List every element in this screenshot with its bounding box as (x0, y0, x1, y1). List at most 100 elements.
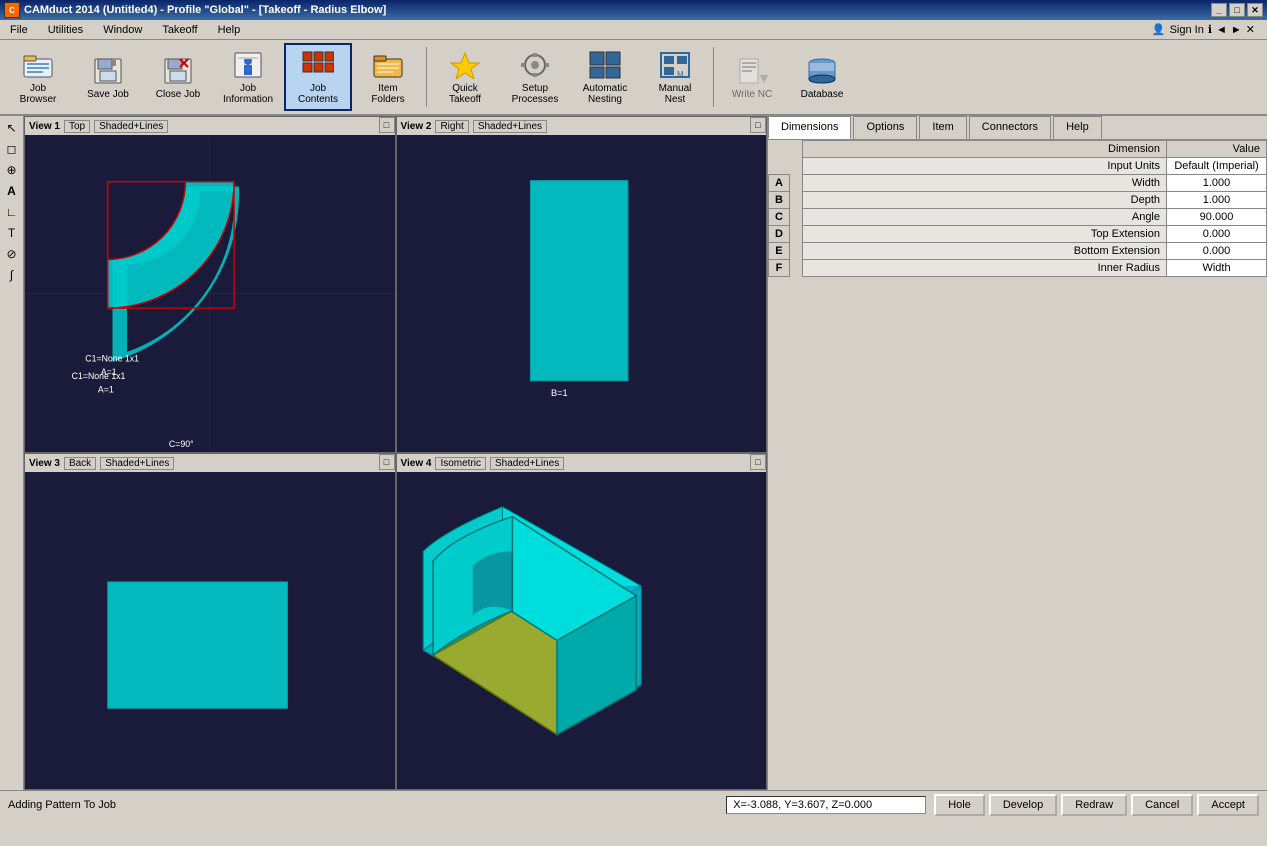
view2-title: View 2 (401, 121, 432, 132)
dim-letter-a: A (769, 175, 790, 192)
view3-type[interactable]: Back (64, 457, 96, 470)
manual-nest-icon: M (659, 49, 691, 81)
viewport-3-header: View 3 Back Shaded+Lines (25, 454, 395, 472)
job-contents-button[interactable]: JobContents (284, 43, 352, 111)
view3-content[interactable] (25, 472, 395, 789)
cancel-button[interactable]: Cancel (1131, 794, 1193, 816)
signin-link[interactable]: Sign In (1170, 24, 1204, 36)
close-job-button[interactable]: Close Job (144, 43, 212, 111)
setup-processes-button[interactable]: SetupProcesses (501, 43, 569, 111)
accept-button[interactable]: Accept (1197, 794, 1259, 816)
menu-utilities[interactable]: Utilities (42, 22, 89, 38)
dim-name-b: Depth (802, 192, 1166, 209)
dim-letter-d: D (769, 226, 790, 243)
svg-text:C=90°: C=90° (169, 451, 194, 452)
rectangle-tool[interactable]: ◻ (2, 139, 22, 159)
dim-value-c[interactable]: 90.000 (1167, 209, 1267, 226)
view3-expand[interactable]: □ (379, 454, 395, 470)
titlebar-controls[interactable]: _ □ ✕ (1211, 3, 1263, 17)
write-nc-button[interactable]: Write NC (718, 43, 786, 111)
main-area: ↖ ◻ ⊕ A ∟ T ⊘ ∫ View 1 Top Shaded+Lines … (0, 116, 1267, 790)
automatic-nesting-button[interactable]: AutomaticNesting (571, 43, 639, 111)
hole-button[interactable]: Hole (934, 794, 985, 816)
toolbar-separator-1 (426, 47, 427, 107)
view1-mode[interactable]: Shaded+Lines (94, 120, 168, 133)
item-folders-icon (372, 49, 404, 81)
viewport-4-header: View 4 Isometric Shaded+Lines (397, 454, 767, 472)
tab-connectors[interactable]: Connectors (969, 116, 1051, 139)
job-contents-icon (302, 49, 334, 81)
menu-file[interactable]: File (4, 22, 34, 38)
dimensions-table: Dimension Value Input Units Default (Imp… (768, 140, 1267, 277)
close-button[interactable]: ✕ (1247, 3, 1263, 17)
automatic-nesting-label: AutomaticNesting (583, 83, 627, 105)
view3-mode[interactable]: Shaded+Lines (100, 457, 174, 470)
circle-tool[interactable]: ⊘ (2, 244, 22, 264)
database-button[interactable]: Database (788, 43, 856, 111)
menu-takeoff[interactable]: Takeoff (156, 22, 203, 38)
minimize-button[interactable]: _ (1211, 3, 1227, 17)
info-icon[interactable]: ℹ (1208, 23, 1212, 36)
svg-text:C1=None 1x1: C1=None 1x1 (72, 371, 126, 381)
job-information-button[interactable]: JobInformation (214, 43, 282, 111)
tab-help[interactable]: Help (1053, 116, 1102, 139)
item-folders-button[interactable]: ItemFolders (354, 43, 422, 111)
quick-takeoff-button[interactable]: QuickTakeoff (431, 43, 499, 111)
tab-dimensions[interactable]: Dimensions (768, 116, 851, 139)
viewports-area: View 1 Top Shaded+Lines □ (24, 116, 767, 790)
write-nc-icon (736, 55, 768, 87)
maximize-button[interactable]: □ (1229, 3, 1245, 17)
job-browser-button[interactable]: JobBrowser (4, 43, 72, 111)
statusbar: Adding Pattern To Job X=-3.088, Y=3.607,… (0, 790, 1267, 818)
user-icon: 👤 (1152, 23, 1166, 36)
view1-type[interactable]: Top (64, 120, 90, 133)
dim-value-e[interactable]: 0.000 (1167, 243, 1267, 260)
manual-nest-button[interactable]: M ManualNest (641, 43, 709, 111)
dim-row-e: E Bottom Extension 0.000 (769, 243, 1267, 260)
tab-item[interactable]: Item (919, 116, 966, 139)
close-panel-icon[interactable]: ✕ (1246, 23, 1255, 36)
close-job-icon (162, 55, 194, 87)
write-nc-label: Write NC (732, 89, 772, 100)
dim-value-d[interactable]: 0.000 (1167, 226, 1267, 243)
dim-row-f: F Inner Radius Width (769, 260, 1267, 277)
save-job-button[interactable]: Save Job (74, 43, 142, 111)
view4-type[interactable]: Isometric (435, 457, 486, 470)
dim-row-b: B Depth 1.000 (769, 192, 1267, 209)
dim-value-f[interactable]: Width (1167, 260, 1267, 277)
text-tool[interactable]: A (2, 181, 22, 201)
crosshair-tool[interactable]: ⊕ (2, 160, 22, 180)
label-tool[interactable]: T (2, 223, 22, 243)
dim-name-e: Bottom Extension (802, 243, 1166, 260)
view1-content[interactable]: C1=None 1x1 A=1 C=90° F=R1 S1=None C2=No… (25, 135, 395, 452)
angle-tool[interactable]: ∟ (2, 202, 22, 222)
view4-mode[interactable]: Shaded+Lines (490, 457, 564, 470)
nav-left-icon[interactable]: ◄ (1216, 24, 1227, 36)
database-label: Database (801, 89, 844, 100)
menu-window[interactable]: Window (97, 22, 148, 38)
redraw-button[interactable]: Redraw (1061, 794, 1127, 816)
dimension-col-header: Dimension (802, 141, 1166, 158)
dim-name-d: Top Extension (802, 226, 1166, 243)
dim-value-a[interactable]: 1.000 (1167, 175, 1267, 192)
view1-expand[interactable]: □ (379, 117, 395, 133)
coordinates-display: X=-3.088, Y=3.607, Z=0.000 (726, 796, 926, 814)
develop-button[interactable]: Develop (989, 794, 1057, 816)
select-tool[interactable]: ↖ (2, 118, 22, 138)
view2-type[interactable]: Right (435, 120, 468, 133)
signin-area: 👤 Sign In ℹ ◄ ► ✕ (1144, 23, 1263, 36)
dim-row-c: C Angle 90.000 (769, 209, 1267, 226)
nav-right-icon[interactable]: ► (1231, 24, 1242, 36)
view2-mode[interactable]: Shaded+Lines (473, 120, 547, 133)
status-text: Adding Pattern To Job (8, 799, 726, 811)
view4-expand[interactable]: □ (750, 454, 766, 470)
menu-help[interactable]: Help (212, 22, 247, 38)
tab-options[interactable]: Options (853, 116, 917, 139)
job-information-icon (232, 49, 264, 81)
dim-value-b[interactable]: 1.000 (1167, 192, 1267, 209)
view2-content[interactable]: B=1 (397, 135, 767, 452)
view2-expand[interactable]: □ (750, 117, 766, 133)
close-job-label: Close Job (156, 89, 200, 100)
view4-content[interactable] (397, 472, 767, 789)
curve-tool[interactable]: ∫ (2, 265, 22, 285)
